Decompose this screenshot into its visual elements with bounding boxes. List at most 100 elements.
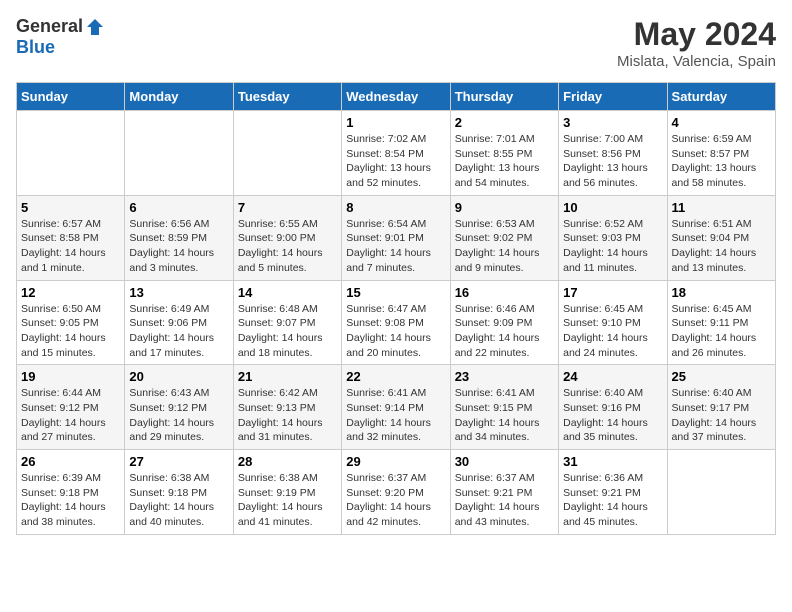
day-cell: 20 Sunrise: 6:43 AM Sunset: 9:12 PM Dayli… bbox=[125, 365, 233, 450]
day-number: 10 bbox=[563, 200, 662, 215]
week-row-3: 12 Sunrise: 6:50 AM Sunset: 9:05 PM Dayli… bbox=[17, 280, 776, 365]
day-cell: 31 Sunrise: 6:36 AM Sunset: 9:21 PM Dayli… bbox=[559, 450, 667, 535]
day-cell: 16 Sunrise: 6:46 AM Sunset: 9:09 PM Dayli… bbox=[450, 280, 558, 365]
day-info: Sunrise: 6:51 AM Sunset: 9:04 PM Dayligh… bbox=[672, 217, 771, 276]
day-number: 2 bbox=[455, 115, 554, 130]
day-number: 29 bbox=[346, 454, 445, 469]
day-cell bbox=[125, 111, 233, 196]
logo-blue: Blue bbox=[16, 37, 55, 58]
day-number: 13 bbox=[129, 285, 228, 300]
day-number: 7 bbox=[238, 200, 337, 215]
day-info: Sunrise: 6:55 AM Sunset: 9:00 PM Dayligh… bbox=[238, 217, 337, 276]
day-cell: 28Sunrise: 6:38 AM Sunset: 9:19 PM Dayli… bbox=[233, 450, 341, 535]
logo: General Blue bbox=[16, 16, 105, 58]
day-number: 9 bbox=[455, 200, 554, 215]
day-info: Sunrise: 6:41 AM Sunset: 9:14 PM Dayligh… bbox=[346, 386, 445, 445]
week-row-1: 1 Sunrise: 7:02 AM Sunset: 8:54 PM Daylig… bbox=[17, 111, 776, 196]
day-number: 26 bbox=[21, 454, 120, 469]
day-cell bbox=[667, 450, 775, 535]
day-cell: 18 Sunrise: 6:45 AM Sunset: 9:11 PM Dayli… bbox=[667, 280, 775, 365]
day-info: Sunrise: 6:38 AM Sunset: 9:18 PM Dayligh… bbox=[129, 471, 228, 530]
day-number: 25 bbox=[672, 369, 771, 384]
day-cell: 6Sunrise: 6:56 AM Sunset: 8:59 PM Daylig… bbox=[125, 195, 233, 280]
title-block: May 2024 Mislata, Valencia, Spain bbox=[617, 16, 776, 70]
day-cell: 7 Sunrise: 6:55 AM Sunset: 9:00 PM Daylig… bbox=[233, 195, 341, 280]
column-header-wednesday: Wednesday bbox=[342, 83, 450, 111]
day-number: 3 bbox=[563, 115, 662, 130]
day-cell: 26Sunrise: 6:39 AM Sunset: 9:18 PM Dayli… bbox=[17, 450, 125, 535]
day-info: Sunrise: 7:01 AM Sunset: 8:55 PM Dayligh… bbox=[455, 132, 554, 191]
day-number: 19 bbox=[21, 369, 120, 384]
calendar-header-row: SundayMondayTuesdayWednesdayThursdayFrid… bbox=[17, 83, 776, 111]
column-header-thursday: Thursday bbox=[450, 83, 558, 111]
day-number: 14 bbox=[238, 285, 337, 300]
day-info: Sunrise: 6:45 AM Sunset: 9:10 PM Dayligh… bbox=[563, 302, 662, 361]
day-number: 17 bbox=[563, 285, 662, 300]
day-cell: 15 Sunrise: 6:47 AM Sunset: 9:08 PM Dayli… bbox=[342, 280, 450, 365]
day-number: 1 bbox=[346, 115, 445, 130]
day-info: Sunrise: 6:44 AM Sunset: 9:12 PM Dayligh… bbox=[21, 386, 120, 445]
day-cell: 17 Sunrise: 6:45 AM Sunset: 9:10 PM Dayli… bbox=[559, 280, 667, 365]
day-cell: 9 Sunrise: 6:53 AM Sunset: 9:02 PM Daylig… bbox=[450, 195, 558, 280]
day-info: Sunrise: 6:36 AM Sunset: 9:21 PM Dayligh… bbox=[563, 471, 662, 530]
day-info: Sunrise: 7:00 AM Sunset: 8:56 PM Dayligh… bbox=[563, 132, 662, 191]
day-number: 4 bbox=[672, 115, 771, 130]
day-cell: 12 Sunrise: 6:50 AM Sunset: 9:05 PM Dayli… bbox=[17, 280, 125, 365]
day-cell: 23 Sunrise: 6:41 AM Sunset: 9:15 PM Dayli… bbox=[450, 365, 558, 450]
day-cell: 13Sunrise: 6:49 AM Sunset: 9:06 PM Dayli… bbox=[125, 280, 233, 365]
day-info: Sunrise: 6:59 AM Sunset: 8:57 PM Dayligh… bbox=[672, 132, 771, 191]
day-cell bbox=[233, 111, 341, 196]
day-number: 31 bbox=[563, 454, 662, 469]
week-row-2: 5Sunrise: 6:57 AM Sunset: 8:58 PM Daylig… bbox=[17, 195, 776, 280]
calendar-table: SundayMondayTuesdayWednesdayThursdayFrid… bbox=[16, 82, 776, 535]
day-number: 15 bbox=[346, 285, 445, 300]
day-number: 16 bbox=[455, 285, 554, 300]
day-cell: 3 Sunrise: 7:00 AM Sunset: 8:56 PM Daylig… bbox=[559, 111, 667, 196]
day-info: Sunrise: 6:47 AM Sunset: 9:08 PM Dayligh… bbox=[346, 302, 445, 361]
day-number: 22 bbox=[346, 369, 445, 384]
week-row-5: 26Sunrise: 6:39 AM Sunset: 9:18 PM Dayli… bbox=[17, 450, 776, 535]
day-cell: 5Sunrise: 6:57 AM Sunset: 8:58 PM Daylig… bbox=[17, 195, 125, 280]
day-cell: 4 Sunrise: 6:59 AM Sunset: 8:57 PM Daylig… bbox=[667, 111, 775, 196]
calendar-body: 1 Sunrise: 7:02 AM Sunset: 8:54 PM Daylig… bbox=[17, 111, 776, 535]
day-cell: 14Sunrise: 6:48 AM Sunset: 9:07 PM Dayli… bbox=[233, 280, 341, 365]
day-info: Sunrise: 7:02 AM Sunset: 8:54 PM Dayligh… bbox=[346, 132, 445, 191]
column-header-friday: Friday bbox=[559, 83, 667, 111]
day-cell: 10Sunrise: 6:52 AM Sunset: 9:03 PM Dayli… bbox=[559, 195, 667, 280]
day-cell: 21 Sunrise: 6:42 AM Sunset: 9:13 PM Dayli… bbox=[233, 365, 341, 450]
day-info: Sunrise: 6:43 AM Sunset: 9:12 PM Dayligh… bbox=[129, 386, 228, 445]
logo-general: General bbox=[16, 16, 83, 37]
day-info: Sunrise: 6:57 AM Sunset: 8:58 PM Dayligh… bbox=[21, 217, 120, 276]
day-number: 23 bbox=[455, 369, 554, 384]
day-info: Sunrise: 6:53 AM Sunset: 9:02 PM Dayligh… bbox=[455, 217, 554, 276]
day-info: Sunrise: 6:37 AM Sunset: 9:20 PM Dayligh… bbox=[346, 471, 445, 530]
logo-icon bbox=[85, 17, 105, 37]
day-info: Sunrise: 6:40 AM Sunset: 9:16 PM Dayligh… bbox=[563, 386, 662, 445]
day-info: Sunrise: 6:46 AM Sunset: 9:09 PM Dayligh… bbox=[455, 302, 554, 361]
day-cell: 22 Sunrise: 6:41 AM Sunset: 9:14 PM Dayli… bbox=[342, 365, 450, 450]
week-row-4: 19 Sunrise: 6:44 AM Sunset: 9:12 PM Dayli… bbox=[17, 365, 776, 450]
day-number: 21 bbox=[238, 369, 337, 384]
day-info: Sunrise: 6:42 AM Sunset: 9:13 PM Dayligh… bbox=[238, 386, 337, 445]
day-number: 20 bbox=[129, 369, 228, 384]
column-header-tuesday: Tuesday bbox=[233, 83, 341, 111]
day-number: 12 bbox=[21, 285, 120, 300]
column-header-monday: Monday bbox=[125, 83, 233, 111]
page-header: General Blue May 2024 Mislata, Valencia,… bbox=[16, 16, 776, 70]
day-number: 8 bbox=[346, 200, 445, 215]
day-number: 30 bbox=[455, 454, 554, 469]
day-info: Sunrise: 6:50 AM Sunset: 9:05 PM Dayligh… bbox=[21, 302, 120, 361]
day-cell bbox=[17, 111, 125, 196]
day-cell: 29 Sunrise: 6:37 AM Sunset: 9:20 PM Dayli… bbox=[342, 450, 450, 535]
day-number: 18 bbox=[672, 285, 771, 300]
day-cell: 24Sunrise: 6:40 AM Sunset: 9:16 PM Dayli… bbox=[559, 365, 667, 450]
day-number: 27 bbox=[129, 454, 228, 469]
day-info: Sunrise: 6:45 AM Sunset: 9:11 PM Dayligh… bbox=[672, 302, 771, 361]
day-cell: 11 Sunrise: 6:51 AM Sunset: 9:04 PM Dayli… bbox=[667, 195, 775, 280]
day-info: Sunrise: 6:56 AM Sunset: 8:59 PM Dayligh… bbox=[129, 217, 228, 276]
day-info: Sunrise: 6:41 AM Sunset: 9:15 PM Dayligh… bbox=[455, 386, 554, 445]
day-number: 11 bbox=[672, 200, 771, 215]
day-info: Sunrise: 6:37 AM Sunset: 9:21 PM Dayligh… bbox=[455, 471, 554, 530]
day-cell: 30 Sunrise: 6:37 AM Sunset: 9:21 PM Dayli… bbox=[450, 450, 558, 535]
day-cell: 27 Sunrise: 6:38 AM Sunset: 9:18 PM Dayli… bbox=[125, 450, 233, 535]
